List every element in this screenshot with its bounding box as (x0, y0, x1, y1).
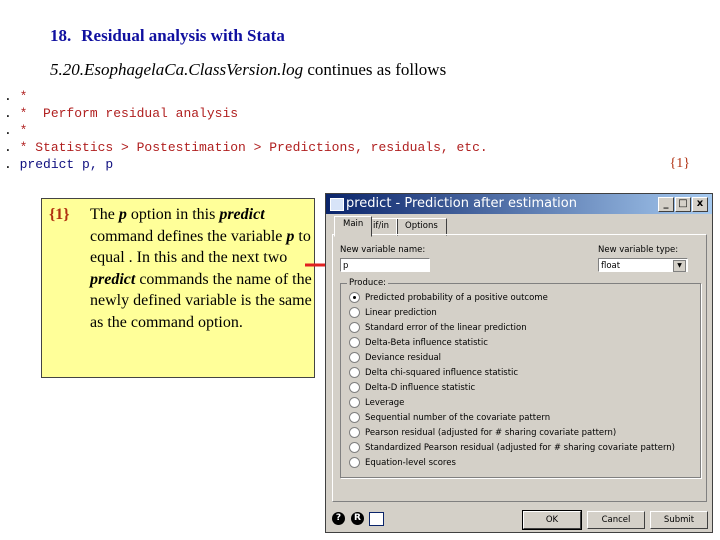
radio-button-icon[interactable] (349, 397, 360, 408)
slide-title: 18. Residual analysis with Stata (50, 26, 285, 45)
cancel-button[interactable]: Cancel (587, 511, 645, 529)
code-line: . * (4, 89, 28, 104)
ok-button[interactable]: OK (522, 510, 582, 530)
radio-option[interactable]: Equation-level scores (349, 457, 456, 469)
radio-button-icon[interactable] (349, 337, 360, 348)
radio-button-icon[interactable] (349, 457, 360, 468)
radio-button-icon[interactable] (349, 307, 360, 318)
new-variable-type-label: New variable type: (598, 245, 679, 255)
radio-option[interactable]: Standardized Pearson residual (adjusted … (349, 442, 675, 454)
copy-command-icon[interactable] (369, 512, 384, 526)
radio-button-icon[interactable] (349, 367, 360, 378)
new-variable-name-input[interactable]: p (340, 258, 430, 272)
radio-option[interactable]: Deviance residual (349, 352, 441, 364)
radio-option[interactable]: Delta-Beta influence statistic (349, 337, 488, 349)
reference-tag: {1} (669, 156, 690, 171)
radio-button-icon[interactable] (349, 292, 360, 303)
title-bar[interactable]: predict - Prediction after estimation _ … (326, 194, 712, 214)
radio-option[interactable]: Standard error of the linear prediction (349, 322, 527, 334)
code-line: . * Statistics > Postestimation > Predic… (4, 140, 488, 155)
radio-button-icon[interactable] (349, 382, 360, 393)
reset-icon[interactable]: R (351, 512, 364, 525)
new-variable-name-label: New variable name: (340, 245, 426, 255)
radio-option[interactable]: Linear prediction (349, 307, 437, 319)
chevron-down-icon[interactable]: ▼ (673, 260, 686, 272)
radio-option[interactable]: Predicted probability of a positive outc… (349, 292, 548, 304)
submit-button[interactable]: Submit (650, 511, 708, 529)
maximize-button[interactable]: □ (675, 197, 691, 212)
window-icon (330, 198, 344, 211)
slide-subtitle: 5.20.EsophagelaCa.ClassVersion.log conti… (50, 60, 447, 79)
code-line: . * (4, 123, 28, 138)
radio-button-icon[interactable] (349, 442, 360, 453)
help-icon[interactable]: ? (332, 512, 345, 525)
radio-option[interactable]: Delta chi-squared influence statistic (349, 367, 518, 379)
radio-button-icon[interactable] (349, 412, 360, 423)
close-button[interactable]: x (692, 197, 708, 212)
radio-button-icon[interactable] (349, 427, 360, 438)
predict-dialog: predict - Prediction after estimation _ … (325, 193, 713, 533)
tab-main[interactable]: Main (334, 216, 373, 237)
minimize-button[interactable]: _ (658, 197, 674, 212)
code-line: . predict p, p (4, 157, 114, 172)
radio-option[interactable]: Delta-D influence statistic (349, 382, 475, 394)
note-text: The p option in this predict command def… (90, 206, 312, 331)
radio-option[interactable]: Pearson residual (adjusted for # sharing… (349, 427, 616, 439)
annotation-note: {1} The p option in this predict command… (41, 198, 315, 378)
new-variable-type-select[interactable]: float ▼ (598, 258, 688, 272)
radio-button-icon[interactable] (349, 352, 360, 363)
produce-group: Produce: Predicted probability of a posi… (340, 278, 701, 478)
radio-option[interactable]: Leverage (349, 397, 404, 409)
radio-button-icon[interactable] (349, 322, 360, 333)
code-line: . * Perform residual analysis (4, 106, 239, 121)
radio-option[interactable]: Sequential number of the covariate patte… (349, 412, 550, 424)
